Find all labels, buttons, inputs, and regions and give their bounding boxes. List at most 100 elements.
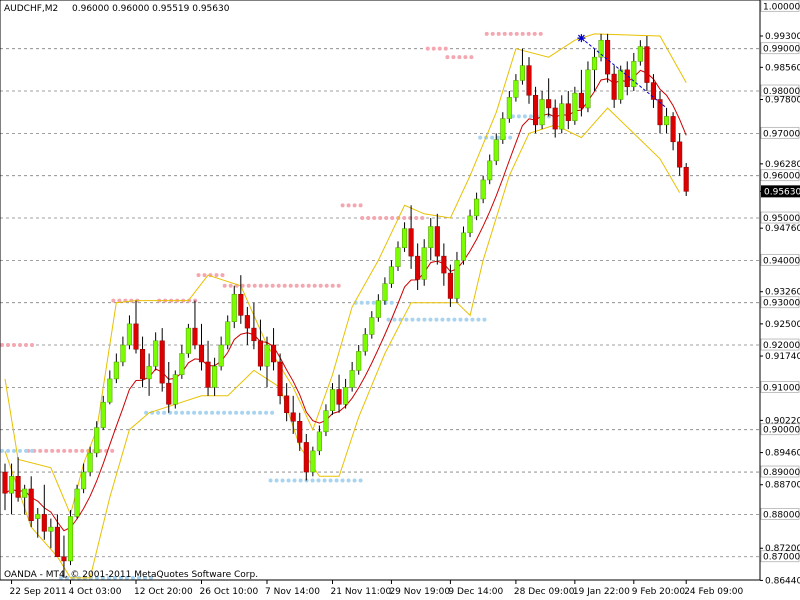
candle[interactable] [28,476,34,528]
candle[interactable] [624,61,630,96]
candle[interactable] [559,95,565,134]
time-axis[interactable]: 22 Sep 2011 4 Oct 03:00 12 Oct 20:00 26 Oct… [10,580,744,597]
candle[interactable] [41,484,47,540]
candle[interactable] [198,323,205,371]
candle[interactable] [179,345,185,379]
candle[interactable] [205,340,211,396]
candle[interactable] [238,275,244,324]
candle[interactable] [382,277,388,305]
candle[interactable] [578,69,584,117]
candle[interactable] [284,383,290,422]
candle[interactable] [251,302,257,350]
candle[interactable] [539,91,545,130]
price-axis[interactable]: 0.990000.980000.970000.960000.950000.940… [760,0,800,586]
price-chart[interactable]: 0.990000.980000.970000.960000.950000.940… [0,0,800,600]
bear-candle-body [271,344,277,363]
candle[interactable] [356,345,362,375]
candle[interactable] [336,374,342,413]
candle[interactable] [15,457,21,502]
support-dot [452,317,457,322]
candle[interactable] [585,61,591,113]
candle[interactable] [153,332,159,371]
candle[interactable] [591,48,598,92]
candle[interactable] [565,91,571,130]
candle[interactable] [677,133,683,176]
candle[interactable] [474,192,480,221]
candle[interactable] [107,370,113,405]
candle[interactable] [506,91,512,123]
candle[interactable] [323,404,329,437]
candle[interactable] [94,421,100,458]
candle[interactable] [402,222,408,252]
candle[interactable] [546,78,552,117]
candle[interactable] [159,328,165,392]
candle[interactable] [316,425,322,456]
candle[interactable] [310,446,316,477]
candle[interactable] [500,112,506,144]
candle[interactable] [349,361,355,392]
candle[interactable] [9,463,15,515]
candle[interactable] [303,433,309,481]
candle[interactable] [519,48,526,85]
candle[interactable] [271,328,277,371]
candle[interactable] [22,484,28,515]
candle[interactable] [74,484,80,519]
candle[interactable] [231,285,237,329]
candle[interactable] [421,239,427,286]
candle[interactable] [460,226,467,265]
candle[interactable] [683,162,689,197]
candle[interactable] [362,328,368,356]
candle[interactable] [598,33,604,62]
candle[interactable] [290,395,296,434]
candle[interactable] [395,241,401,271]
candle[interactable] [343,378,349,409]
candle[interactable] [480,175,486,204]
candle[interactable] [146,353,152,396]
candle[interactable] [48,518,54,549]
candle[interactable] [670,112,676,151]
candle[interactable] [185,323,191,358]
candle[interactable] [375,294,381,322]
candle[interactable] [166,361,172,413]
candle[interactable] [467,209,473,238]
candle[interactable] [212,357,218,396]
candle[interactable] [67,510,74,566]
candle[interactable] [428,218,434,261]
candle[interactable] [533,86,539,134]
candle[interactable] [664,107,670,134]
candle[interactable] [244,306,250,346]
candle[interactable] [487,154,493,185]
candle[interactable] [657,91,663,134]
candle[interactable] [388,260,394,288]
candle[interactable] [192,300,198,350]
x-tick-label: 29 Nov 19:00 [389,587,450,597]
candle[interactable] [133,300,139,354]
candle[interactable] [408,205,414,269]
bull-candle-body [618,69,624,100]
candle[interactable] [434,213,440,265]
candle[interactable] [369,311,375,339]
candle[interactable] [454,251,460,303]
support-dot [270,410,275,415]
candle[interactable] [218,336,224,371]
candle[interactable] [297,412,303,451]
candle[interactable] [172,370,178,409]
candle[interactable] [329,383,336,415]
candle[interactable] [225,315,231,350]
candle[interactable] [126,315,133,350]
candle[interactable] [2,463,8,511]
candle[interactable] [637,40,643,66]
candle[interactable] [513,74,519,102]
candle[interactable] [526,57,532,104]
candle[interactable] [611,65,617,108]
candle[interactable] [441,243,447,286]
candle[interactable] [572,86,578,125]
candle[interactable] [650,74,657,108]
candle[interactable] [631,52,637,92]
candle[interactable] [120,336,126,367]
candle[interactable] [644,35,650,92]
candle[interactable] [54,514,60,557]
candle[interactable] [552,99,558,138]
candle[interactable] [415,243,421,290]
candle[interactable] [113,353,119,384]
